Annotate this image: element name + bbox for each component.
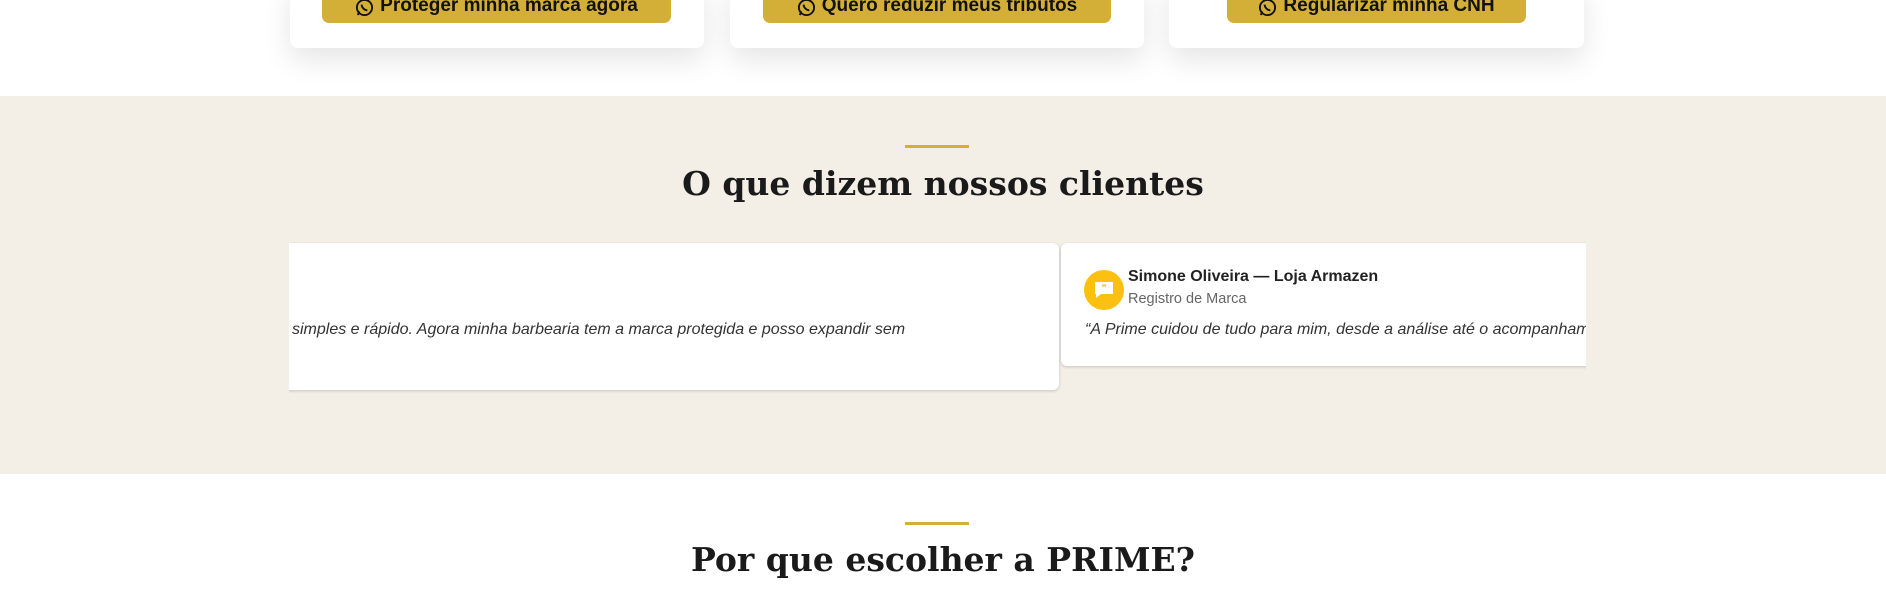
cta-label: Quero reduzir meus tributos <box>821 0 1078 16</box>
quote-bubble-icon: ❞ <box>1084 270 1124 310</box>
testimonials-carousel[interactable]: simples e rápido. Agora minha barbearia … <box>289 242 1586 394</box>
testimonial-card: simples e rápido. Agora minha barbearia … <box>289 243 1059 390</box>
protect-brand-button[interactable]: Proteger minha marca agora <box>322 0 671 23</box>
regularize-cnh-button[interactable]: Regularizar minha CNH <box>1227 0 1526 23</box>
testimonials-title: O que dizem nossos clientes <box>682 164 1204 203</box>
testimonial-quote: “A Prime cuidou de tudo para mim, desde … <box>1085 321 1586 338</box>
whatsapp-icon <box>1259 0 1277 17</box>
testimonial-quote: simples e rápido. Agora minha barbearia … <box>292 321 906 338</box>
cta-label: Regularizar minha CNH <box>1283 0 1495 16</box>
testimonial-author: Simone Oliveira — Loja Armazen <box>1128 268 1379 285</box>
section-accent-line <box>905 522 969 525</box>
why-prime-title: Por que escolher a PRIME? <box>690 540 1195 579</box>
whatsapp-icon <box>356 0 374 17</box>
reduce-taxes-button[interactable]: Quero reduzir meus tributos <box>763 0 1111 23</box>
svg-text:❞: ❞ <box>1101 284 1106 294</box>
cta-label: Proteger minha marca agora <box>380 0 638 16</box>
section-accent-line <box>905 145 969 148</box>
whatsapp-icon <box>797 0 815 17</box>
testimonial-card: ❞ Simone Oliveira — Loja Armazen Registr… <box>1061 243 1586 366</box>
testimonial-service: Registro de Marca <box>1128 291 1247 307</box>
